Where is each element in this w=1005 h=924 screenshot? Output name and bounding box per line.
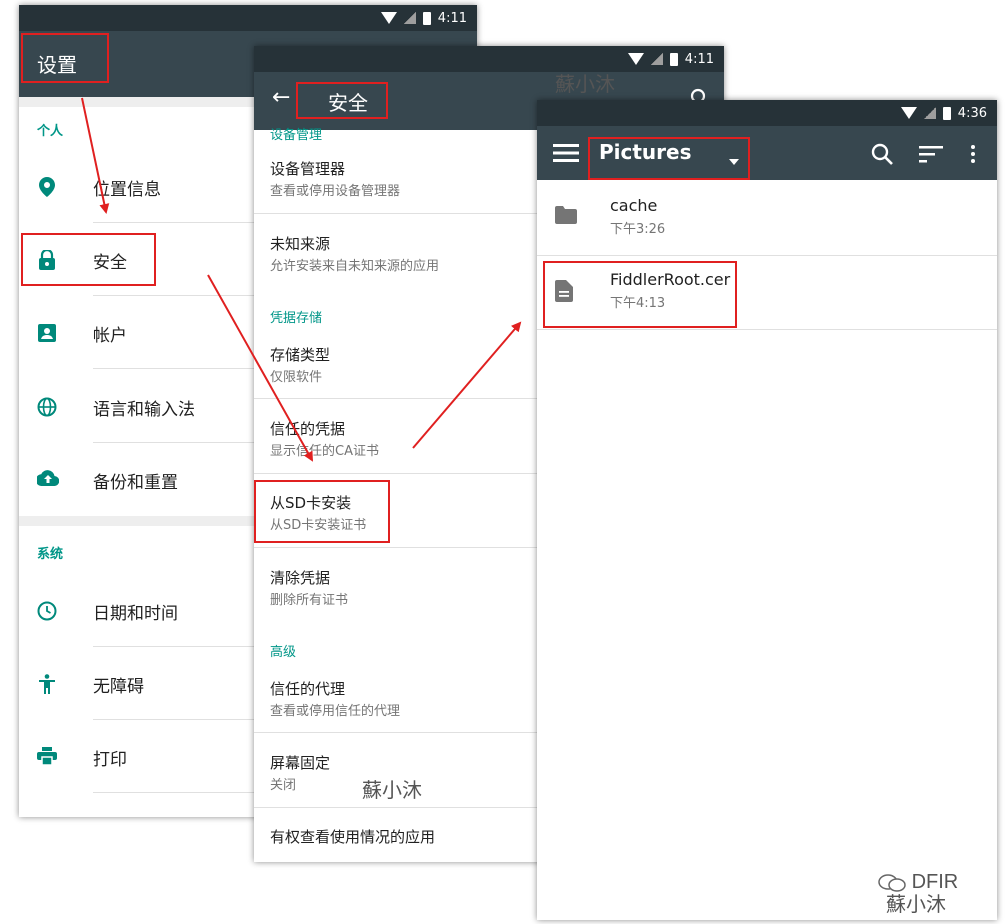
settings-item-label: 无障碍 [93,677,144,697]
settings-item-label: 帐户 [93,326,127,346]
clock-icon [37,601,57,621]
pref-summary: 显示信任的CA证书 [270,444,379,459]
file-row-cache[interactable]: cache 下午3:26 [537,182,997,256]
wifi-icon [627,53,644,65]
account-icon [37,323,57,343]
pref-summary: 关闭 [270,778,297,793]
category-device-admin: 设备管理 [270,128,323,143]
pref-summary: 查看或停用设备管理器 [270,184,401,199]
pref-title: 信任的凭据 [270,420,346,438]
pref-title: 未知来源 [270,235,331,253]
category-credentials: 凭据存储 [270,311,323,326]
watermark: 蘇小沐 [362,778,422,802]
search-icon[interactable] [871,143,893,169]
highlight-box-fiddler-file [543,261,737,328]
highlight-box-security [21,233,156,286]
cloud-upload-icon [35,470,60,490]
status-bar: 4:36 [537,100,997,126]
file-time: 下午3:26 [610,222,666,237]
signal-icon [923,107,936,119]
settings-item-label: 备份和重置 [93,473,178,493]
battery-icon [669,52,678,66]
settings-item-label: 位置信息 [93,180,161,200]
watermark: 蘇小沐 [555,72,615,96]
highlight-box-pictures [588,137,750,180]
pref-title: 有权查看使用情况的应用 [270,828,436,846]
section-personal-label: 个人 [37,124,64,139]
print-icon [37,747,57,767]
location-icon [37,177,57,197]
status-bar: 4:11 [19,5,477,31]
battery-icon [942,106,951,120]
category-advanced: 高级 [270,645,297,660]
highlight-box-install-sd [254,480,390,543]
pref-title: 清除凭据 [270,569,331,587]
accessibility-icon [37,674,57,694]
pref-title: 设备管理器 [270,160,346,178]
pref-summary: 允许安装来自未知来源的应用 [270,259,440,274]
battery-icon [422,11,431,25]
status-bar: 4:11 [254,46,724,72]
pref-title: 存储类型 [270,346,331,364]
sort-icon[interactable] [919,145,943,167]
signal-icon [403,12,416,24]
highlight-box-security-title [296,82,388,119]
settings-item-label: 打印 [93,750,127,770]
pref-title: 信任的代理 [270,680,346,698]
status-time: 4:36 [957,105,987,121]
file-name: cache [610,196,658,215]
settings-item-label: 语言和输入法 [93,400,195,420]
pref-title: 屏幕固定 [270,754,331,772]
pref-summary: 删除所有证书 [270,593,349,608]
section-system-label: 系统 [37,547,64,562]
status-time: 4:11 [684,51,714,67]
watermark: 蘇小沐 [886,892,946,916]
menu-icon[interactable] [553,143,579,167]
wifi-icon [380,12,397,24]
settings-item-label: 日期和时间 [93,604,178,624]
more-vert-icon[interactable] [971,145,975,167]
wifi-icon [900,107,917,119]
back-arrow-icon[interactable]: ← [272,85,290,110]
pref-summary: 查看或停用信任的代理 [270,704,401,719]
highlight-box-settings-title [21,33,109,83]
globe-icon [37,397,57,417]
folder-icon [555,206,577,228]
file-picker-screen: 4:36 Pictures cache 下午3:26 FiddlerRoot.c… [537,100,997,920]
pref-summary: 仅限软件 [270,370,323,385]
signal-icon [650,53,663,65]
status-time: 4:11 [437,10,467,26]
